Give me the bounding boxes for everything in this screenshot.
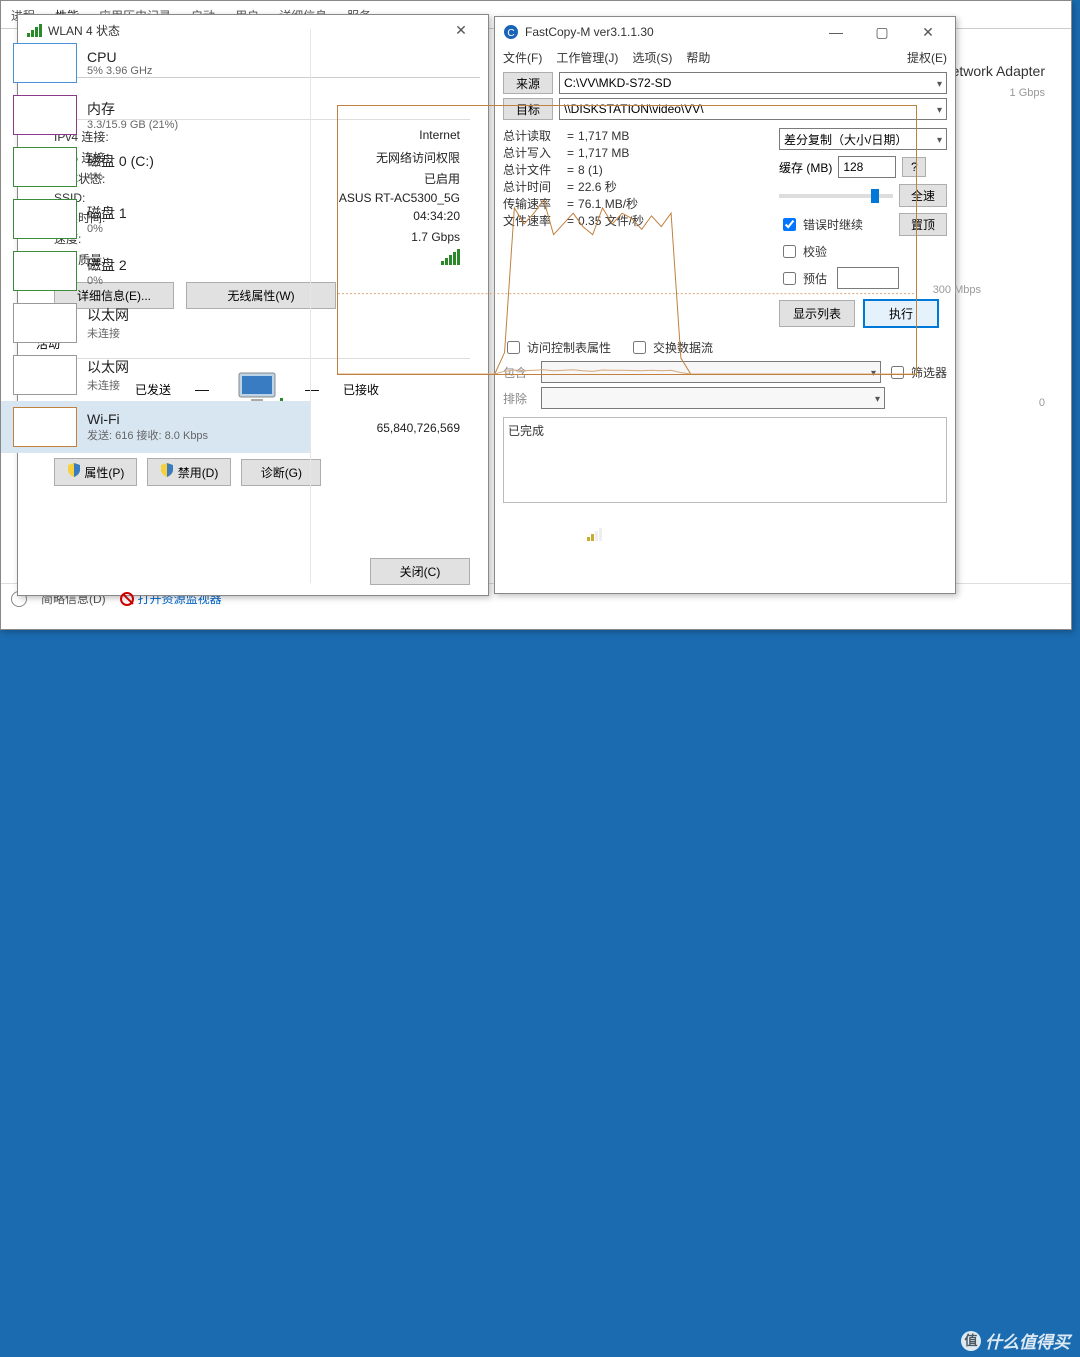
chart-x-right: 0 [1039,397,1045,413]
fastcopy-icon: C [503,24,519,40]
watermark: 值 什么值得买 [961,1328,1070,1353]
menu-elevate[interactable]: 提权(E) [907,49,947,66]
perf-item-mem[interactable]: 内存 3.3/15.9 GB (21%) [1,89,310,141]
log-done: 已完成 [508,424,544,438]
perf-thumbnail [13,43,77,83]
perf-item-title: 磁盘 1 [87,203,127,223]
fastcopy-titlebar: C FastCopy-M ver3.1.1.30 — ▢ ✕ [495,17,955,47]
perf-item-title: 内存 [87,99,178,119]
throughput-chart: 300 Mbps [337,105,917,395]
perf-item-sub: 3.3/15.9 GB (21%) [87,119,178,131]
close-button[interactable]: 关闭(C) [370,558,470,585]
perf-thumbnail [13,355,77,395]
bytes-received: 65,840,726,569 [310,421,460,438]
perf-thumbnail [13,147,77,187]
chart-y-mid: 300 Mbps [933,284,981,296]
perf-item-eth[interactable]: 以太网 未连接 [1,349,310,401]
menu-work[interactable]: 工作管理(J) [556,49,618,66]
source-button[interactable]: 来源 [503,72,553,94]
fastcopy-title: FastCopy-M ver3.1.1.30 [525,25,813,39]
svg-text:C: C [507,28,514,39]
perf-thumbnail [13,407,77,447]
source-path: C:\VV\MKD-S72-SD [564,76,671,90]
minimize-icon[interactable]: — [813,18,859,46]
close-icon[interactable]: ✕ [438,16,484,44]
performance-sidebar: CPU 5% 3.96 GHz 内存 3.3/15.9 GB (21%) 磁盘 … [1,29,311,583]
perf-item-title: 以太网 [87,305,129,325]
fastcopy-menubar: 文件(F) 工作管理(J) 选项(S) 帮助 提权(E) [495,47,955,68]
perf-item-sub: 4% [87,171,154,183]
chart-y-max: 1 Gbps [1010,87,1045,103]
perf-item-title: 磁盘 0 (C:) [87,151,154,171]
maximize-icon[interactable]: ▢ [859,18,905,46]
perf-thumbnail [13,303,77,343]
perf-item-sub: 未连接 [87,377,129,393]
perf-item-title: CPU [87,49,152,65]
perf-item-title: 磁盘 2 [87,255,127,275]
resmon-icon [120,592,134,606]
perf-thumbnail [13,199,77,239]
perf-item-title: 以太网 [87,357,129,377]
perf-thumbnail [13,251,77,291]
perf-item-wifi[interactable]: Wi-Fi 发送: 616 接收: 8.0 Kbps [1,401,310,453]
watermark-icon: 值 [961,1331,981,1351]
chevron-down-icon [933,132,942,146]
chevron-down-icon [933,76,942,90]
close-icon[interactable]: ✕ [905,18,951,46]
perf-item-sub: 0% [87,223,127,235]
perf-thumbnail [13,95,77,135]
perf-item-disk[interactable]: 磁盘 1 0% [1,193,310,245]
log-textarea[interactable]: 已完成 [503,417,947,503]
perf-item-sub: 发送: 616 接收: 8.0 Kbps [87,427,208,443]
perf-item-title: Wi-Fi [87,411,208,427]
perf-item-eth[interactable]: 以太网 未连接 [1,297,310,349]
perf-item-disk[interactable]: 磁盘 0 (C:) 4% [1,141,310,193]
source-combo[interactable]: C:\VV\MKD-S72-SD [559,72,947,94]
perf-item-sub: 未连接 [87,325,129,341]
menu-options[interactable]: 选项(S) [632,49,672,66]
perf-item-disk[interactable]: 磁盘 2 0% [1,245,310,297]
menu-file[interactable]: 文件(F) [503,49,542,66]
chevron-down-icon [933,102,942,116]
perf-item-sub: 0% [87,275,127,287]
perf-item-cpu[interactable]: CPU 5% 3.96 GHz [1,37,310,89]
perf-item-sub: 5% 3.96 GHz [87,65,152,77]
menu-help[interactable]: 帮助 [686,49,710,66]
